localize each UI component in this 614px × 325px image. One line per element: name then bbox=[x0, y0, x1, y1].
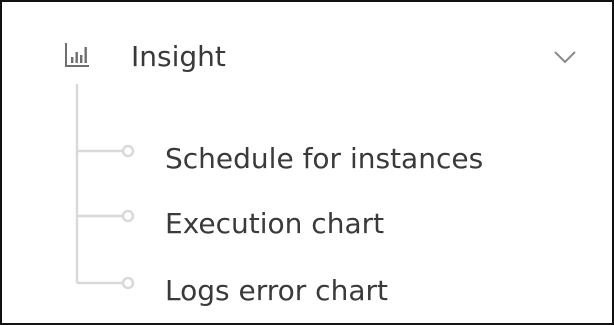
submenu-item-execution-chart[interactable]: Execution chart bbox=[142, 198, 592, 250]
submenu-item-schedule-for-instances[interactable]: Schedule for instances bbox=[142, 133, 592, 185]
submenu-item-label: Execution chart bbox=[165, 207, 385, 240]
sidebar-menu-panel: Insight Schedule for instances Execution… bbox=[0, 0, 614, 325]
submenu-item-label: Schedule for instances bbox=[165, 142, 484, 175]
insight-submenu: Schedule for instances Execution chart L… bbox=[2, 2, 612, 323]
submenu-item-label: Logs error chart bbox=[165, 274, 388, 307]
submenu-item-logs-error-chart[interactable]: Logs error chart bbox=[142, 265, 592, 317]
